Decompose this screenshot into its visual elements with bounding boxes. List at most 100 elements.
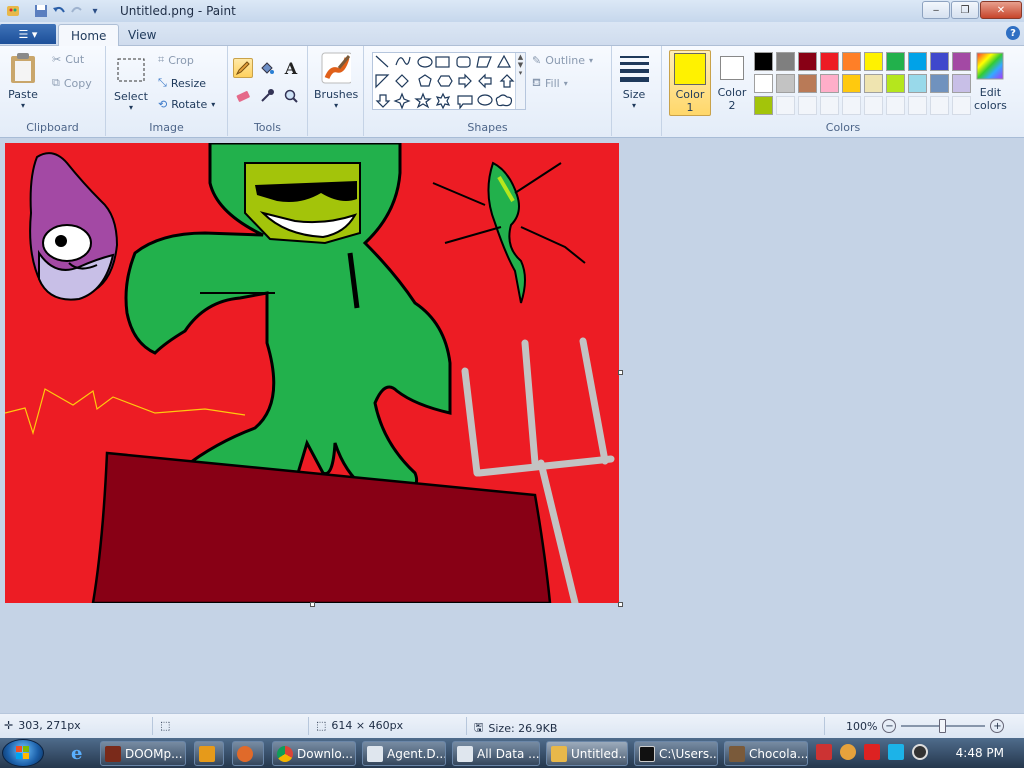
taskbar-item-chrome[interactable]: Downlo... <box>272 741 356 766</box>
tray-icon-2[interactable] <box>840 744 856 760</box>
help-icon[interactable]: ? <box>1006 26 1020 40</box>
paste-button[interactable]: Paste ▾ <box>8 52 38 110</box>
paint-menu-button[interactable]: ☰ ▾ <box>0 24 56 44</box>
shapes-scroll[interactable]: ▲ ▼ ▾ <box>515 53 525 109</box>
size-button[interactable]: Size ▾ <box>619 52 649 110</box>
window-icon <box>457 745 473 762</box>
undo-icon[interactable] <box>52 4 66 18</box>
color-swatch[interactable] <box>842 96 861 115</box>
resize-handle-bottom[interactable] <box>310 602 315 607</box>
minimize-button[interactable]: ‒ <box>922 1 950 19</box>
tools-group: A Tools <box>228 46 308 136</box>
resize-handle-right[interactable] <box>618 370 623 375</box>
outline-button[interactable]: ✎ Outline ▾ <box>532 54 593 67</box>
color-swatch[interactable] <box>798 74 817 93</box>
chocolate-icon <box>729 745 745 762</box>
tab-view[interactable]: View <box>116 24 168 46</box>
customize-toolbar-icon[interactable]: ▾ <box>88 4 102 18</box>
color-swatch[interactable] <box>908 52 927 71</box>
select-button[interactable]: Select ▾ <box>114 54 148 112</box>
color-swatch[interactable] <box>886 96 905 115</box>
fill-bucket-icon[interactable] <box>257 58 277 78</box>
resize-button[interactable]: ⤡ Resize <box>158 76 206 90</box>
eraser-icon[interactable] <box>233 86 253 106</box>
taskbar-ie-icon[interactable]: e <box>66 741 94 766</box>
redo-icon[interactable] <box>70 4 84 18</box>
taskbar-item-media[interactable] <box>194 741 224 766</box>
color-swatch[interactable] <box>820 74 839 93</box>
color-swatch[interactable] <box>930 74 949 93</box>
color-swatch[interactable] <box>820 52 839 71</box>
color2-button[interactable]: Color 2 <box>714 54 750 112</box>
taskbar-item-doomp[interactable]: DOOMp... <box>100 741 186 766</box>
color-swatch[interactable] <box>842 52 861 71</box>
drawing-canvas[interactable] <box>4 141 619 607</box>
resize-label: Resize <box>170 76 207 90</box>
size-group: Size ▾ <box>612 46 662 136</box>
taskbar-clock[interactable]: 4:48 PM <box>956 746 1004 760</box>
copy-button[interactable]: ⧉ Copy <box>52 76 92 90</box>
color-swatch[interactable] <box>776 52 795 71</box>
paint-app-icon[interactable] <box>6 4 20 18</box>
color-swatch[interactable] <box>820 96 839 115</box>
color1-number: 1 <box>686 101 694 114</box>
color-swatch[interactable] <box>842 74 861 93</box>
taskbar-item-app[interactable] <box>232 741 264 766</box>
color-swatch[interactable] <box>908 74 927 93</box>
save-icon[interactable] <box>34 4 48 18</box>
color-swatch[interactable] <box>798 96 817 115</box>
pencil-tool-icon[interactable] <box>233 58 253 78</box>
color-swatch[interactable] <box>776 96 795 115</box>
edit-colors-button[interactable]: Edit colors <box>974 50 1007 112</box>
taskbar-item-cmd[interactable]: C:\Users... <box>634 741 718 766</box>
color-swatch[interactable] <box>908 96 927 115</box>
taskbar-item-chocolate[interactable]: Chocola... <box>724 741 808 766</box>
color-swatch[interactable] <box>952 52 971 71</box>
ribbon-tabs: ☰ ▾ Home View ? <box>0 22 1024 46</box>
color-swatch[interactable] <box>754 52 773 71</box>
close-button[interactable]: ✕ <box>980 1 1022 19</box>
color-picker-icon[interactable] <box>257 86 277 106</box>
tray-icon-3[interactable] <box>864 744 880 760</box>
tray-icon-4[interactable] <box>888 744 904 760</box>
color-swatch[interactable] <box>886 52 905 71</box>
tray-icon-1[interactable] <box>816 744 832 760</box>
color-swatch[interactable] <box>952 96 971 115</box>
zoom-out-icon[interactable]: − <box>882 719 897 733</box>
taskbar-item-label: C:\Users... <box>659 746 718 761</box>
color-swatch[interactable] <box>864 96 883 115</box>
color-swatch[interactable] <box>952 74 971 93</box>
color-swatch[interactable] <box>930 96 949 115</box>
taskbar-item-agent[interactable]: Agent.D... <box>362 741 446 766</box>
maximize-button[interactable]: ❐ <box>951 1 979 19</box>
ribbon: Paste ▾ ✂ Cut ⧉ Copy Clipboard Select ▾ <box>0 46 1024 138</box>
color-swatch[interactable] <box>930 52 949 71</box>
disk-icon: 🖫 <box>474 721 484 734</box>
taskbar-item-all-data[interactable]: All Data ... <box>452 741 540 766</box>
color-swatch[interactable] <box>864 52 883 71</box>
color-swatch[interactable] <box>864 74 883 93</box>
text-tool-icon[interactable]: A <box>281 58 301 78</box>
file-size: 🖫 Size: 26.9KB <box>474 719 557 738</box>
zoom-in-icon[interactable]: + <box>990 719 1005 733</box>
color-swatch[interactable] <box>886 74 905 93</box>
tray-icon-5[interactable] <box>912 744 928 760</box>
selection-icon: ⬚ <box>160 719 171 732</box>
rotate-button[interactable]: ⟲ Rotate ▾ <box>158 98 215 111</box>
magnifier-icon[interactable] <box>281 86 301 106</box>
start-button[interactable] <box>2 739 44 767</box>
taskbar-item-paint[interactable]: Untitled.... <box>546 741 628 766</box>
color-swatch[interactable] <box>798 52 817 71</box>
cut-button[interactable]: ✂ Cut <box>52 53 84 66</box>
color-swatch[interactable] <box>754 96 773 115</box>
zoom-slider[interactable] <box>901 719 986 733</box>
color-swatch[interactable] <box>776 74 795 93</box>
color1-button[interactable]: Color 1 <box>669 50 711 116</box>
zoom-slider-thumb[interactable] <box>939 719 947 733</box>
fill-button[interactable]: ⛾ Fill ▾ <box>532 76 568 91</box>
tab-home[interactable]: Home <box>58 24 120 46</box>
crop-button[interactable]: ⌗ Crop <box>158 53 194 67</box>
brushes-button[interactable]: Brushes ▾ <box>314 52 358 110</box>
color-swatch[interactable] <box>754 74 773 93</box>
resize-handle-corner[interactable] <box>618 602 623 607</box>
